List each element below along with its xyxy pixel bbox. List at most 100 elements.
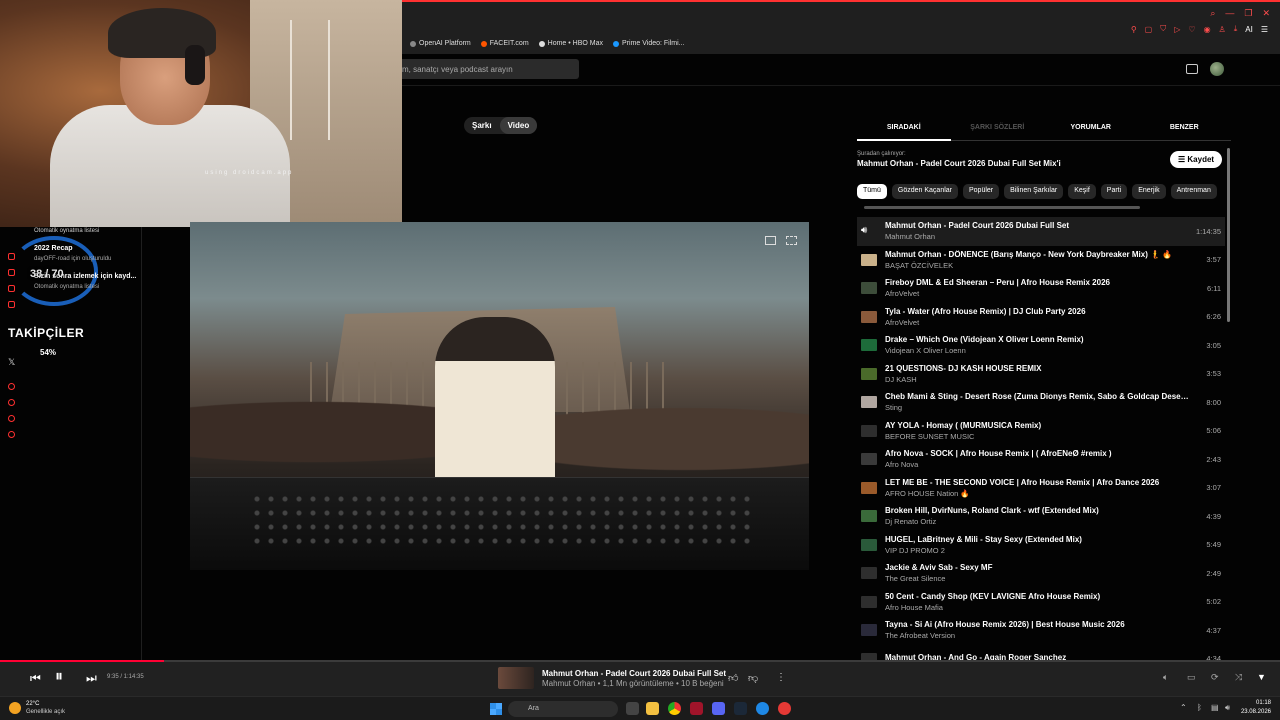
sidebar-item-recap[interactable]: 2022 Recap — [34, 245, 73, 252]
chip-known[interactable]: Bilinen Şarkılar — [1004, 184, 1064, 199]
clock-date[interactable]: 23.08.2026 — [1236, 709, 1271, 715]
file-explorer-icon[interactable] — [646, 702, 659, 715]
queue-artist[interactable]: Afro Nova — [885, 460, 1191, 469]
queue-artist[interactable]: DJ KASH — [885, 375, 1191, 384]
video-player[interactable] — [190, 222, 809, 570]
autoplay-list-label[interactable]: Otomatik oynatma listesi — [34, 228, 99, 234]
queue-row[interactable]: Cheb Mami & Sting - Desert Rose (Zuma Di… — [857, 388, 1225, 417]
queue-thumbnail[interactable] — [861, 595, 877, 608]
song-toggle[interactable]: Şarkı — [464, 117, 500, 134]
taskbar-search[interactable]: Ara — [508, 701, 618, 717]
captions-icon[interactable]: ▭ — [1187, 672, 1196, 683]
tab-related[interactable]: BENZER — [1137, 124, 1231, 141]
heart-icon[interactable]: ♡ — [1188, 25, 1195, 34]
more-icon[interactable]: ⋮ — [776, 672, 786, 683]
queue-artist[interactable]: BEFORE SUNSET MUSIC — [885, 432, 1191, 441]
tab-comments[interactable]: YORUMLAR — [1044, 124, 1138, 141]
queue-thumbnail[interactable] — [861, 481, 877, 494]
queue-thumbnail[interactable] — [861, 339, 877, 352]
queue-thumbnail[interactable] — [861, 453, 877, 466]
queue-artist[interactable]: Afro House Mafia — [885, 603, 1191, 612]
chip-discover[interactable]: Keşif — [1068, 184, 1096, 199]
queue-thumbnail[interactable] — [861, 310, 877, 323]
tab-up-next[interactable]: SIRADAKİ — [857, 124, 951, 141]
play-icon[interactable]: ▷ — [1174, 25, 1180, 34]
queue-row[interactable]: 50 Cent - Candy Shop (KEV LAVIGNE Afro H… — [857, 588, 1225, 617]
queue-row[interactable]: Tayna - Si Ai (Afro House Remix 2026) | … — [857, 616, 1225, 645]
repeat-icon[interactable]: ⟳ — [1211, 672, 1219, 683]
miniplayer-icon[interactable] — [765, 236, 776, 245]
playlist-icon[interactable] — [8, 383, 15, 390]
weather-icon[interactable] — [9, 702, 21, 714]
app-icon[interactable] — [756, 702, 769, 715]
avatar[interactable] — [1210, 62, 1224, 76]
queue-row[interactable]: 21 QUESTIONS- DJ KASH HOUSE REMIX DJ KASH… — [857, 360, 1225, 389]
queue-row[interactable]: Fireboy DML & Ed Sheeran – Peru | Afro H… — [857, 274, 1225, 303]
ai-button[interactable]: AI — [1245, 25, 1253, 34]
opera-icon[interactable] — [690, 702, 703, 715]
search-input[interactable]: m, sanatçı veya podcast arayın — [398, 59, 579, 79]
playlist-icon[interactable] — [8, 399, 15, 406]
shield-icon[interactable]: ⛉ — [1160, 24, 1166, 34]
clock-time[interactable]: 01:18 — [1243, 700, 1271, 706]
queue-row[interactable]: Broken Hill, DvirNuns, Roland Clark - wt… — [857, 502, 1225, 531]
playlist-icon[interactable] — [8, 415, 15, 422]
windows-start-icon[interactable] — [490, 703, 502, 715]
chip-missed[interactable]: Gözden Kaçanlar — [891, 184, 958, 199]
queue-row[interactable]: HUGEL, LaBritney & Mili - Stay Sexy (Ext… — [857, 531, 1225, 560]
queue-thumbnail[interactable] — [861, 624, 877, 637]
pause-icon[interactable]: ⏸ — [55, 668, 63, 686]
bookmark-openai[interactable]: OpenAI Platform — [410, 40, 471, 47]
queue-thumbnail[interactable] — [861, 253, 877, 266]
queue-artist[interactable]: Sting — [885, 403, 1191, 412]
queue-artist[interactable]: Vidojean X Oliver Loenn — [885, 346, 1191, 355]
playlist-icon[interactable] — [8, 431, 15, 438]
queue-artist[interactable]: AFRO HOUSE Nation 🔥 — [885, 489, 1191, 498]
chrome-icon[interactable] — [668, 702, 681, 715]
queue-thumbnail[interactable] — [861, 538, 877, 551]
network-icon[interactable]: ▤ — [1211, 703, 1219, 712]
minimize-icon[interactable]: — — [1225, 8, 1234, 19]
profile-icon[interactable]: ♙ — [1219, 25, 1226, 34]
queue-artist[interactable]: Mahmut Orhan — [885, 232, 1191, 241]
queue-artist[interactable]: Dj Renato Ortiz — [885, 517, 1191, 526]
fullscreen-icon[interactable] — [786, 236, 797, 245]
queue-artist[interactable]: The Great Silence — [885, 574, 1191, 583]
queue-row[interactable]: Afro Nova - SOCK | Afro House Remix | ( … — [857, 445, 1225, 474]
now-playing-title[interactable]: Mahmut Orhan - Padel Court 2026 Dubai Fu… — [542, 669, 726, 678]
close-icon[interactable]: ✕ — [1262, 8, 1270, 19]
queue-row[interactable]: Mahmut Orhan - DÖNENCE (Barış Manço - Ne… — [857, 246, 1225, 275]
queue-artist[interactable]: VIP DJ PROMO 2 — [885, 546, 1191, 555]
task-view-icon[interactable] — [626, 702, 639, 715]
download-icon[interactable]: ⤓ — [1234, 24, 1238, 34]
queue-thumbnail[interactable] — [861, 396, 877, 409]
cast-icon[interactable] — [1186, 64, 1198, 74]
queue-thumbnail[interactable] — [861, 567, 877, 580]
next-icon[interactable]: ⏭ — [86, 671, 97, 686]
queue-thumbnail[interactable] — [861, 367, 877, 380]
now-playing-thumbnail[interactable] — [498, 667, 534, 689]
playlist-name[interactable]: Mahmut Orhan - Padel Court 2026 Dubai Fu… — [857, 159, 1061, 168]
queue-artist[interactable]: AfroVelvet — [885, 318, 1191, 327]
volume-tray-icon[interactable]: 🔊︎ — [1225, 703, 1230, 713]
progress-bar[interactable] — [0, 660, 1280, 662]
dislike-icon[interactable]: 👎︎ — [748, 672, 758, 684]
expand-icon[interactable]: ▼ — [1257, 672, 1266, 682]
chip-party[interactable]: Parti — [1100, 184, 1128, 199]
queue-thumbnail[interactable] — [861, 652, 877, 660]
queue-artist[interactable]: AfroVelvet — [885, 289, 1191, 298]
queue-artist[interactable]: The Afrobeat Version — [885, 631, 1191, 640]
queue-row[interactable]: Tyla - Water (Afro House Remix) | DJ Clu… — [857, 303, 1225, 332]
queue-row[interactable]: 🔊︎ Mahmut Orhan - Padel Court 2026 Dubai … — [857, 217, 1225, 246]
bookmark-hbo[interactable]: Home • HBO Max — [538, 40, 603, 47]
maximize-icon[interactable]: ❐ — [1244, 8, 1252, 19]
chip-workout[interactable]: Antrenman — [1170, 184, 1217, 199]
queue-row[interactable]: Mahmut Orhan - And Go - Again Roger Sanc… — [857, 645, 1225, 660]
queue-row[interactable]: Drake – Which One (Vidojean X Oliver Loe… — [857, 331, 1225, 360]
queue-row[interactable]: AY YOLA - Homay ( (MURMUSICA Remix) BEFOR… — [857, 417, 1225, 446]
menu-icon[interactable]: ☰ — [1261, 25, 1268, 34]
queue-scrollbar[interactable] — [1227, 148, 1230, 322]
bookmark-faceit[interactable]: FACEIT.com — [480, 40, 529, 47]
upgrade-icon[interactable] — [8, 301, 15, 308]
discord-icon[interactable] — [712, 702, 725, 715]
